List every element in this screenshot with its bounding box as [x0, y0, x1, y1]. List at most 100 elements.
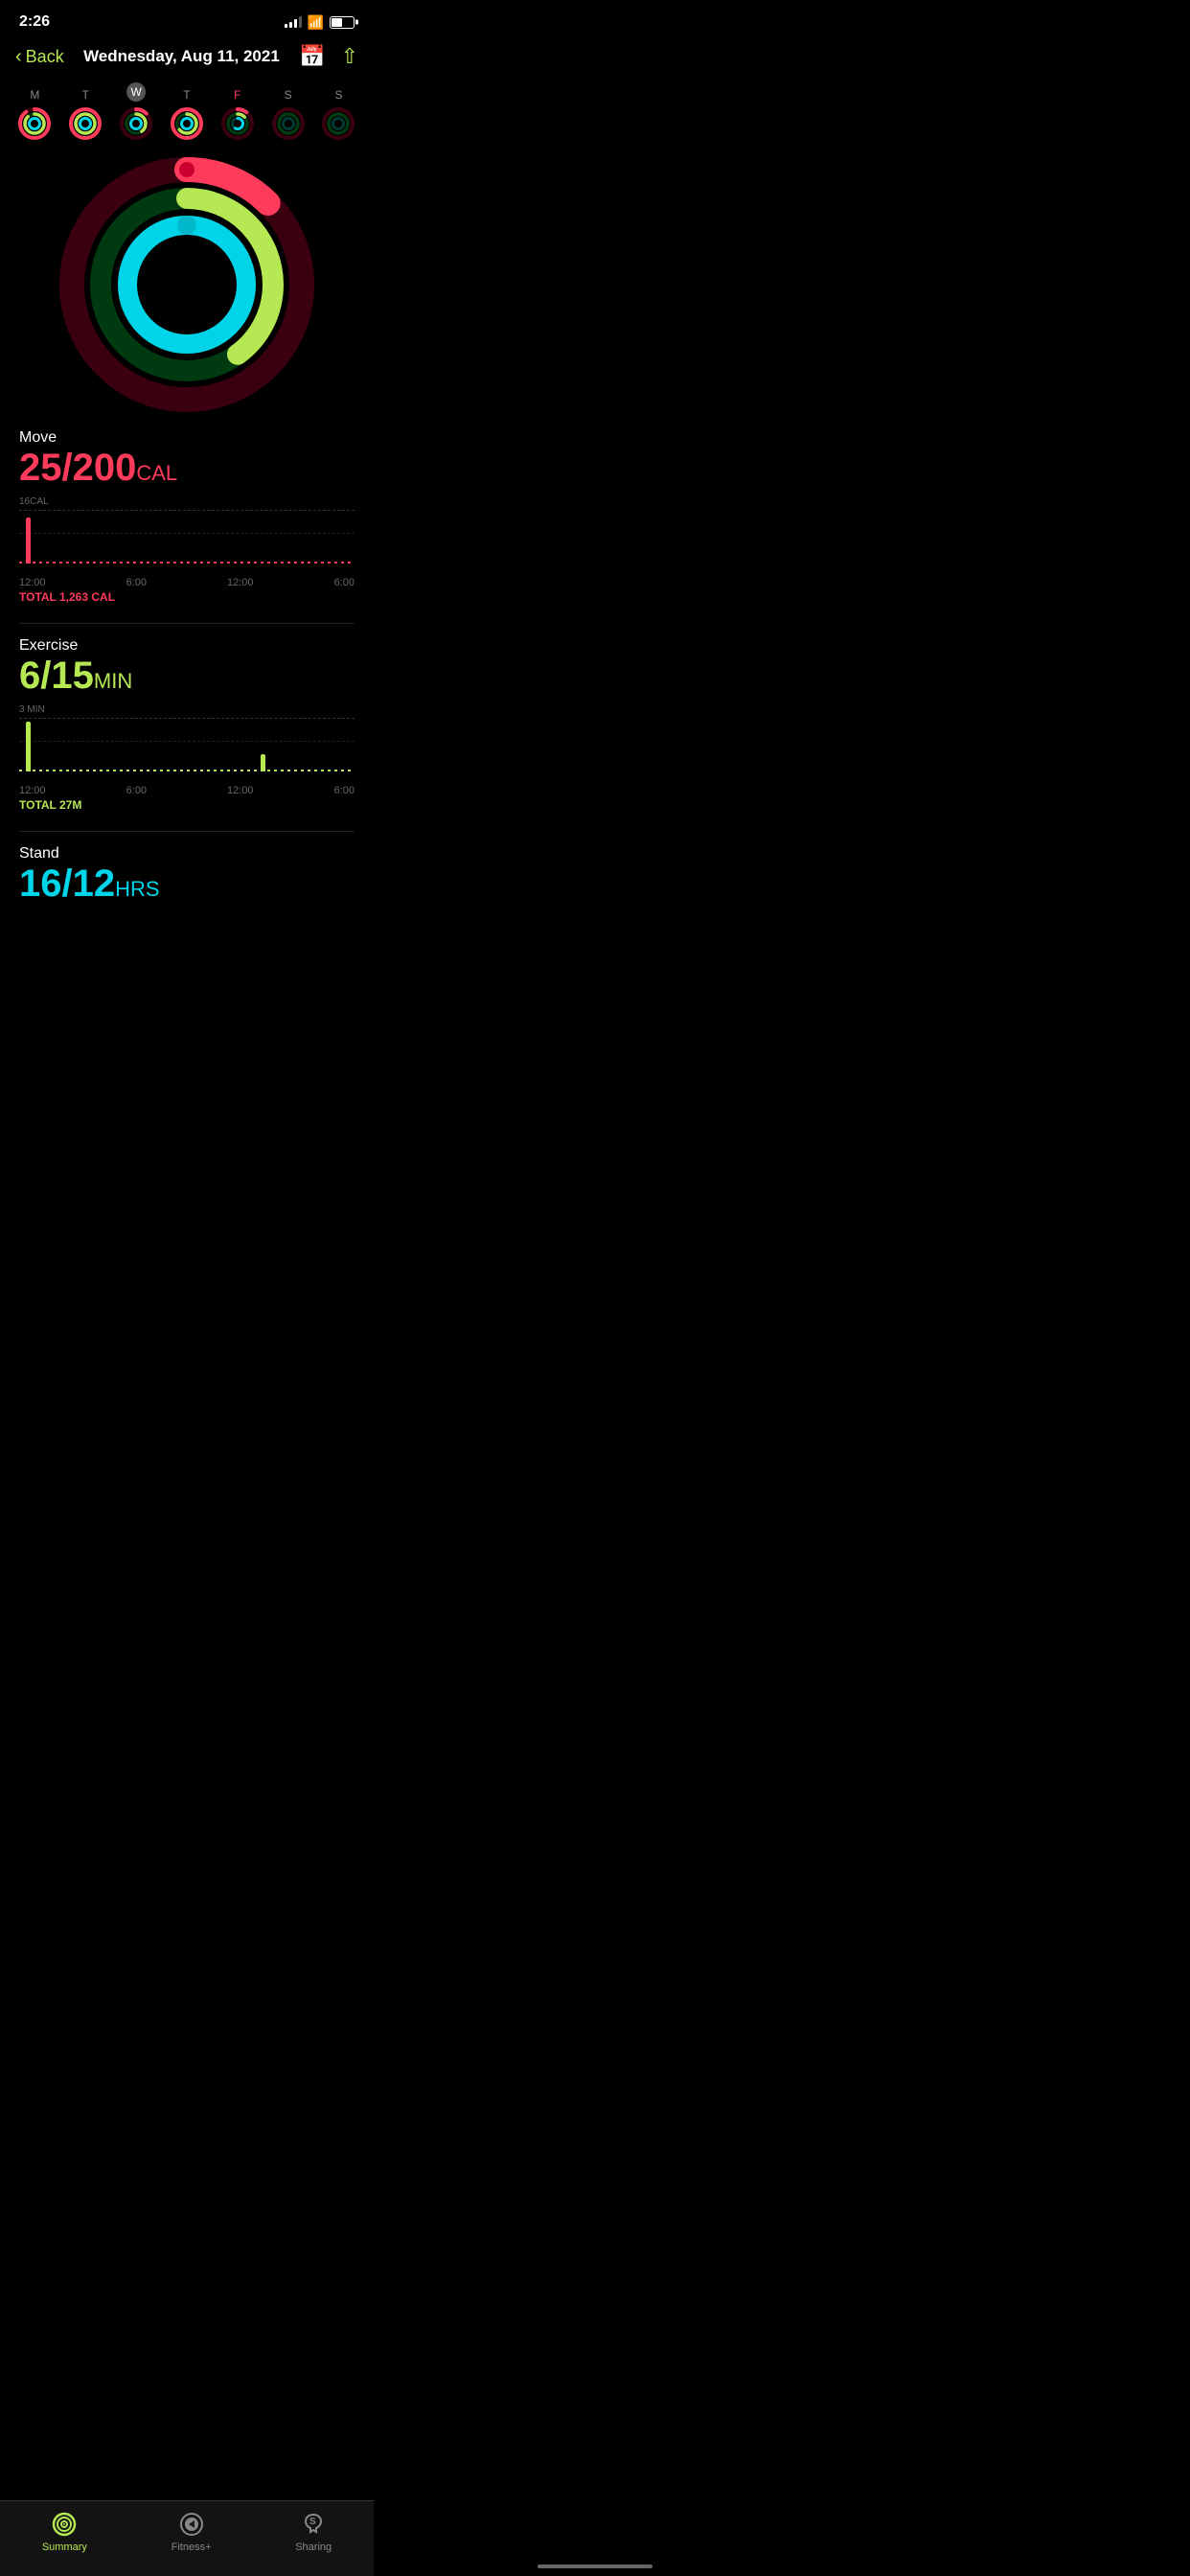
- move-x-label-4: 6:00: [334, 577, 355, 588]
- stand-separator: /: [62, 862, 73, 905]
- move-chart: 16CAL: [19, 494, 355, 571]
- day-saturday[interactable]: S: [270, 88, 307, 142]
- stats-section: Move 25/200CAL 16CAL 12:00 6:00 12:00: [0, 414, 374, 930]
- day-tuesday[interactable]: T: [67, 88, 103, 142]
- day-saturday-ring: [270, 105, 307, 142]
- exercise-goal: 15: [51, 655, 94, 697]
- move-value: 25/200CAL: [19, 447, 355, 489]
- stand-value: 16/12HRS: [19, 862, 355, 905]
- tab-sharing-label: Sharing: [295, 2542, 332, 2553]
- status-time: 2:26: [19, 13, 50, 31]
- move-goal: 200: [73, 447, 137, 489]
- day-monday[interactable]: M: [16, 88, 53, 142]
- signal-bar-1: [285, 24, 287, 28]
- stand-unit: HRS: [115, 877, 159, 901]
- day-tuesday-ring: [67, 105, 103, 142]
- day-friday-label: F: [234, 88, 240, 102]
- exercise-separator: /: [40, 655, 51, 697]
- day-wednesday[interactable]: W: [118, 82, 154, 142]
- exercise-value: 6/15MIN: [19, 655, 355, 697]
- exercise-label: Exercise: [19, 637, 355, 655]
- day-wednesday-label: W: [126, 82, 146, 102]
- tab-bar: Summary Fitness+ S Sharing: [0, 2500, 374, 2576]
- day-sunday[interactable]: S: [320, 88, 356, 142]
- move-chart-y-label: 16CAL: [19, 496, 49, 507]
- exercise-x-label-3: 12:00: [227, 785, 254, 796]
- tab-summary[interactable]: Summary: [42, 2511, 87, 2553]
- day-wednesday-ring: [118, 105, 154, 142]
- week-strip: M T W: [0, 77, 374, 146]
- chevron-left-icon: ‹: [15, 46, 22, 68]
- calendar-icon[interactable]: 📅: [299, 44, 325, 69]
- exercise-bar-1: [26, 722, 31, 771]
- fitness-plus-tab-icon: [178, 2511, 205, 2538]
- day-thursday-ring: [169, 105, 205, 142]
- signal-bars-icon: [285, 16, 302, 28]
- exercise-unit: MIN: [94, 669, 132, 693]
- move-bar-1: [26, 518, 31, 564]
- move-unit: CAL: [136, 461, 177, 485]
- day-sunday-ring: [320, 105, 356, 142]
- day-monday-ring: [16, 105, 53, 142]
- summary-tab-icon: [51, 2511, 78, 2538]
- divider-1: [19, 623, 355, 624]
- exercise-chart-grid-mid: [19, 741, 355, 742]
- exercise-x-label-1: 12:00: [19, 785, 46, 796]
- exercise-block: Exercise 6/15MIN 3 MIN 12:00 6:00: [19, 637, 355, 812]
- stand-current: 16: [19, 862, 62, 905]
- exercise-chart-grid-top: [19, 718, 355, 719]
- chart-grid-top: [19, 510, 355, 511]
- tab-fitness-plus-label: Fitness+: [172, 2542, 212, 2553]
- exercise-chart-x-labels: 12:00 6:00 12:00 6:00: [19, 783, 355, 798]
- svg-text:↠: ↠: [187, 231, 201, 250]
- move-x-label-1: 12:00: [19, 577, 46, 588]
- back-button[interactable]: ‹ Back: [15, 46, 64, 68]
- exercise-chart: 3 MIN: [19, 702, 355, 779]
- home-indicator: [538, 2564, 652, 2568]
- status-icons: 📶: [285, 14, 355, 31]
- move-label: Move: [19, 429, 355, 447]
- battery-icon: [330, 16, 355, 29]
- nav-title: Wednesday, Aug 11, 2021: [83, 47, 280, 66]
- move-x-label-3: 12:00: [227, 577, 254, 588]
- svg-text:↑: ↑: [182, 259, 193, 283]
- main-activity-ring: ↑ ↠: [0, 146, 374, 414]
- day-thursday-label: T: [183, 88, 190, 102]
- stand-label: Stand: [19, 845, 355, 862]
- move-chart-total: TOTAL 1,263 CAL: [19, 590, 355, 604]
- signal-bar-4: [299, 16, 302, 28]
- day-friday[interactable]: F: [219, 88, 256, 142]
- exercise-chart-dots: [19, 766, 355, 775]
- chart-grid-mid: [19, 533, 355, 534]
- exercise-chart-total: TOTAL 27M: [19, 798, 355, 812]
- exercise-current: 6: [19, 655, 40, 697]
- nav-actions: 📅 ⇧: [299, 44, 358, 69]
- divider-2: [19, 831, 355, 832]
- status-bar: 2:26 📶: [0, 0, 374, 36]
- stand-goal: 12: [73, 862, 116, 905]
- day-sunday-label: S: [334, 88, 342, 102]
- day-monday-label: M: [30, 88, 39, 102]
- wifi-icon: 📶: [308, 14, 324, 31]
- exercise-x-label-4: 6:00: [334, 785, 355, 796]
- svg-text:S: S: [309, 2517, 316, 2527]
- move-chart-dots: [19, 558, 355, 567]
- day-thursday[interactable]: T: [169, 88, 205, 142]
- tab-fitness-plus[interactable]: Fitness+: [172, 2511, 212, 2553]
- tab-sharing[interactable]: S Sharing: [295, 2511, 332, 2553]
- day-tuesday-label: T: [82, 88, 89, 102]
- move-x-label-2: 6:00: [126, 577, 147, 588]
- move-current: 25: [19, 447, 62, 489]
- day-saturday-label: S: [285, 88, 292, 102]
- move-block: Move 25/200CAL 16CAL 12:00 6:00 12:00: [19, 429, 355, 604]
- nav-bar: ‹ Back Wednesday, Aug 11, 2021 📅 ⇧: [0, 36, 374, 77]
- stand-block: Stand 16/12HRS: [19, 845, 355, 930]
- exercise-chart-y-label: 3 MIN: [19, 704, 45, 715]
- battery-fill: [332, 18, 342, 27]
- exercise-x-label-2: 6:00: [126, 785, 147, 796]
- signal-bar-2: [289, 22, 292, 28]
- tab-summary-label: Summary: [42, 2542, 87, 2553]
- back-label[interactable]: Back: [26, 47, 64, 67]
- day-friday-ring: [219, 105, 256, 142]
- share-icon[interactable]: ⇧: [341, 44, 358, 69]
